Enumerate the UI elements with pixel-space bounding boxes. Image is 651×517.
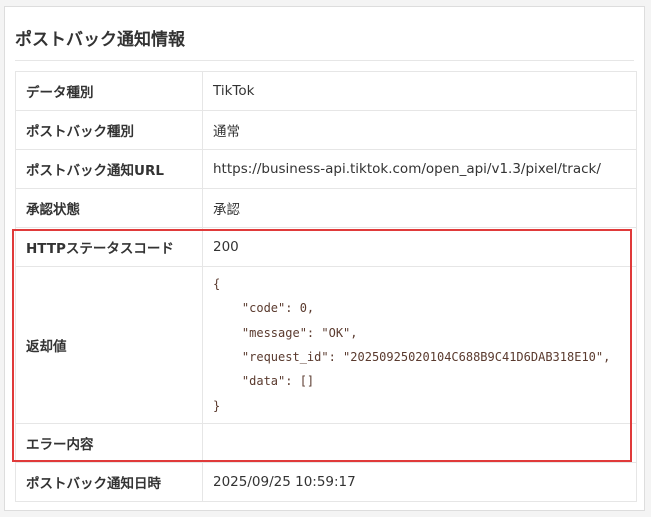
postback-info-table: データ種別 TikTok ポストバック種別 通常 ポストバック通知URL htt… [15, 71, 637, 502]
table-row-postback-url: ポストバック通知URL https://business-api.tiktok.… [15, 149, 637, 189]
row-label: HTTPステータスコード [15, 227, 203, 267]
row-label: データ種別 [15, 71, 203, 111]
row-label: 返却値 [15, 266, 203, 424]
row-label: 承認状態 [15, 188, 203, 228]
table-row-approval-status: 承認状態 承認 [15, 188, 637, 228]
row-value: 承認 [202, 188, 637, 228]
row-label: ポストバック通知URL [15, 149, 203, 189]
row-value: TikTok [202, 71, 637, 111]
row-label: ポストバック種別 [15, 110, 203, 150]
row-label: エラー内容 [15, 423, 203, 463]
row-value: https://business-api.tiktok.com/open_api… [202, 149, 637, 189]
row-value [202, 423, 637, 463]
table-row-error: エラー内容 [15, 423, 637, 463]
table-row-response: 返却値 { "code": 0, "message": "OK", "reque… [15, 266, 637, 424]
table-row-notified-at: ポストバック通知日時 2025/09/25 10:59:17 [15, 462, 637, 502]
response-json: { "code": 0, "message": "OK", "request_i… [213, 277, 611, 413]
panel-title: ポストバック通知情報 [15, 30, 185, 50]
divider [15, 60, 634, 61]
row-value: 通常 [202, 110, 637, 150]
row-label: ポストバック通知日時 [15, 462, 203, 502]
postback-info-panel: ポストバック通知情報 データ種別 TikTok ポストバック種別 通常 ポストバ… [4, 6, 645, 511]
row-value: 200 [202, 227, 637, 267]
table-row-data-type: データ種別 TikTok [15, 71, 637, 111]
table-row-http-status: HTTPステータスコード 200 [15, 227, 637, 267]
table-row-postback-type: ポストバック種別 通常 [15, 110, 637, 150]
row-value: 2025/09/25 10:59:17 [202, 462, 637, 502]
row-value-cell: { "code": 0, "message": "OK", "request_i… [202, 266, 637, 424]
